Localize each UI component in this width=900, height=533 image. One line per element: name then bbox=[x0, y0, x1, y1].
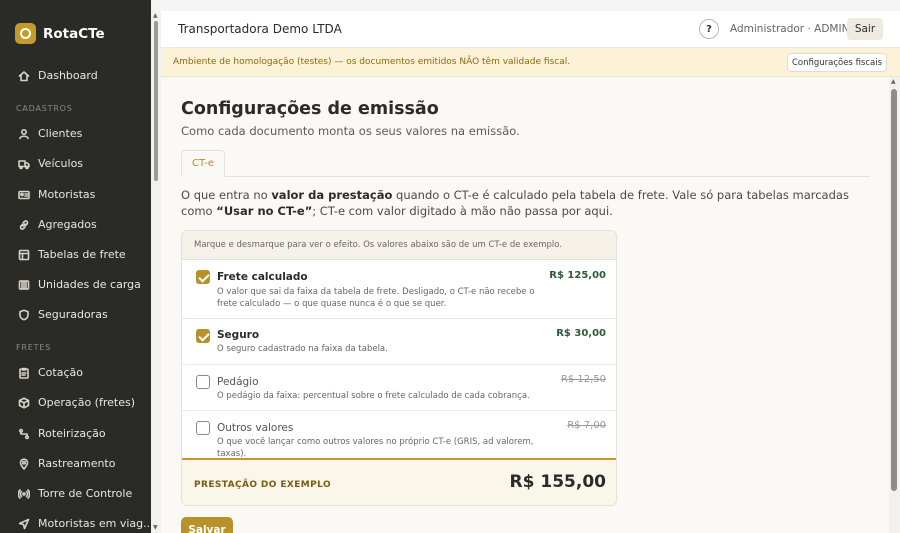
total-row: PRESTAÇÃO DO EXEMPLO R$ 155,00 bbox=[182, 458, 616, 505]
sidebar-item-rastreamento[interactable]: Rastreamento bbox=[18, 457, 115, 470]
logout-button[interactable]: Sair bbox=[847, 18, 883, 40]
sidebar-item-roteirizacao[interactable]: Roteirização bbox=[18, 427, 106, 440]
sidebar-item-label: Torre de Controle bbox=[38, 487, 133, 500]
sidebar-item-dashboard[interactable]: Dashboard bbox=[18, 69, 98, 82]
scrollbar-thumb[interactable] bbox=[154, 21, 158, 181]
sidebar-item-operacao[interactable]: Operação (fretes) bbox=[18, 396, 135, 409]
scroll-up-icon[interactable]: ▲ bbox=[891, 78, 896, 85]
option-title: Frete calculado bbox=[217, 271, 308, 283]
logo-icon bbox=[15, 23, 36, 44]
help-button[interactable]: ? bbox=[699, 19, 719, 39]
company-name: Transportadora Demo LTDA bbox=[178, 22, 342, 36]
user-label: Administrador · ADMIN bbox=[730, 23, 850, 35]
sidebar-item-label: Unidades de carga bbox=[38, 278, 141, 291]
total-value: R$ 155,00 bbox=[509, 472, 606, 492]
option-description: O que você lançar como outros valores no… bbox=[217, 437, 534, 459]
sidebar-item-torre-de-controle[interactable]: Torre de Controle bbox=[18, 487, 132, 500]
total-label: PRESTAÇÃO DO EXEMPLO bbox=[194, 480, 332, 490]
section-fretes: FRETES bbox=[16, 343, 52, 352]
option-title: Seguro bbox=[217, 329, 260, 341]
sidebar-item-label: Dashboard bbox=[38, 69, 98, 82]
option-frete-calculado: Frete calculado O valor que sai da faixa… bbox=[182, 260, 616, 319]
option-description: O valor que sai da faixa da tabela de fr… bbox=[217, 287, 535, 309]
page-title: Configurações de emissão bbox=[181, 99, 439, 119]
box-icon bbox=[18, 396, 30, 409]
banner-text: Ambiente de homologação (testes) — os do… bbox=[173, 57, 571, 67]
sidebar-item-cotacao[interactable]: Cotação bbox=[18, 366, 83, 379]
pin-icon bbox=[18, 457, 30, 470]
option-pedagio: Pedágio O pedágio da faixa: percentual s… bbox=[182, 365, 616, 411]
page-subtitle: Como cada documento monta os seus valore… bbox=[181, 124, 520, 138]
option-description: O seguro cadastrado na faixa da tabela. bbox=[217, 344, 388, 354]
sidebar-item-label: Roteirização bbox=[38, 427, 106, 440]
sidebar-item-agregados[interactable]: Agregados bbox=[18, 218, 97, 231]
description: O que entra no valor da prestação quando… bbox=[181, 188, 849, 218]
option-outros-valores: Outros valores O que você lançar como ou… bbox=[182, 411, 616, 459]
sidebar-item-motoristas-em-viagem[interactable]: Motoristas em viag... bbox=[18, 517, 151, 530]
sidebar-item-unidades-de-carga[interactable]: Unidades de carga bbox=[18, 278, 141, 291]
sidebar-item-label: Tabelas de frete bbox=[38, 248, 126, 261]
user-icon bbox=[18, 128, 30, 140]
fiscal-settings-button[interactable]: Configurações fiscais bbox=[787, 53, 887, 72]
id-card-icon bbox=[18, 189, 30, 201]
sidebar-item-label: Operação (fretes) bbox=[38, 396, 136, 409]
scrollbar-thumb[interactable] bbox=[891, 89, 897, 491]
container-icon bbox=[18, 279, 30, 291]
sidebar-item-label: Clientes bbox=[38, 127, 83, 140]
sidebar-item-clientes[interactable]: Clientes bbox=[18, 127, 82, 140]
seguro-checkbox[interactable] bbox=[196, 329, 210, 343]
sidebar-scrollbar[interactable]: ▲ ▼ bbox=[151, 11, 161, 533]
table-icon bbox=[18, 249, 30, 261]
truck-icon bbox=[18, 158, 30, 170]
sidebar: RotaCTe Dashboard CADASTROS Clientes Veí… bbox=[0, 0, 151, 533]
home-icon bbox=[18, 70, 30, 82]
sidebar-item-tabelas-de-frete[interactable]: Tabelas de frete bbox=[18, 248, 126, 261]
option-title: Outros valores bbox=[217, 422, 294, 434]
shield-icon bbox=[18, 308, 30, 321]
header: Transportadora Demo LTDA ? Administrador… bbox=[161, 11, 900, 48]
broadcast-icon bbox=[18, 488, 30, 500]
sidebar-item-motoristas[interactable]: Motoristas bbox=[18, 188, 95, 201]
sidebar-item-label: Cotação bbox=[38, 366, 83, 379]
sidebar-item-label: Motoristas em viag... bbox=[38, 517, 151, 530]
tab-cte[interactable]: CT-e bbox=[181, 150, 225, 177]
section-cadastros: CADASTROS bbox=[16, 104, 73, 113]
outros-valores-checkbox[interactable] bbox=[196, 421, 210, 435]
sidebar-item-label: Agregados bbox=[38, 218, 97, 231]
option-value: R$ 12,50 bbox=[560, 374, 606, 385]
option-description: O pedágio da faixa: percentual sobre o f… bbox=[217, 391, 530, 401]
pedagio-checkbox[interactable] bbox=[196, 375, 210, 389]
card-hint: Marque e desmarque para ver o efeito. Os… bbox=[182, 231, 616, 260]
app-name: RotaCTe bbox=[43, 25, 105, 42]
sidebar-item-label: Rastreamento bbox=[38, 457, 116, 470]
option-value: R$ 7,00 bbox=[567, 420, 606, 431]
option-title: Pedágio bbox=[217, 376, 259, 388]
main-scrollbar[interactable]: ▲ bbox=[889, 77, 900, 533]
link-icon bbox=[18, 219, 30, 231]
save-button[interactable]: Salvar bbox=[181, 517, 233, 533]
option-seguro: Seguro O seguro cadastrado na faixa da t… bbox=[182, 319, 616, 365]
sidebar-item-label: Seguradoras bbox=[38, 308, 108, 321]
composition-card: Marque e desmarque para ver o efeito. Os… bbox=[181, 230, 617, 506]
sidebar-item-label: Veículos bbox=[38, 157, 84, 170]
scroll-down-icon[interactable]: ▼ bbox=[153, 524, 158, 531]
frete-calculado-checkbox[interactable] bbox=[196, 270, 210, 284]
sidebar-item-veiculos[interactable]: Veículos bbox=[18, 157, 83, 170]
clipboard-icon bbox=[18, 367, 30, 379]
homologation-banner: Ambiente de homologação (testes) — os do… bbox=[161, 48, 900, 77]
tabs-divider bbox=[181, 176, 870, 177]
sidebar-item-seguradoras[interactable]: Seguradoras bbox=[18, 308, 108, 321]
option-value: R$ 125,00 bbox=[549, 270, 606, 281]
brand[interactable]: RotaCTe bbox=[15, 23, 105, 44]
option-value: R$ 30,00 bbox=[556, 328, 606, 339]
navigation-icon bbox=[18, 518, 30, 530]
scroll-up-icon[interactable]: ▲ bbox=[153, 12, 158, 19]
sidebar-item-label: Motoristas bbox=[38, 188, 96, 201]
route-icon bbox=[18, 428, 30, 440]
